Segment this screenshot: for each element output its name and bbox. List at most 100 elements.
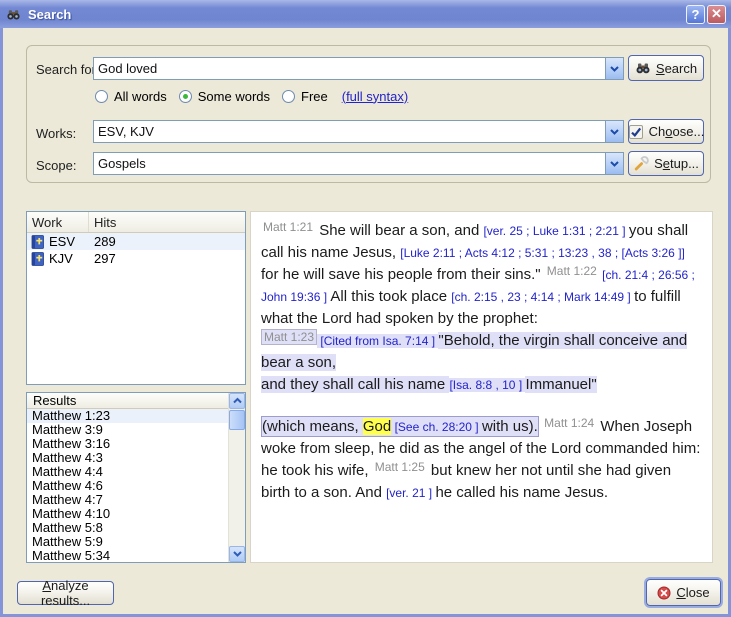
wrench-icon bbox=[633, 156, 649, 172]
xref-segment[interactable]: [See ch. 28:20 ] bbox=[391, 420, 482, 434]
work-hits: 297 bbox=[94, 251, 116, 266]
red-x-circle-icon bbox=[657, 586, 671, 600]
binoculars-icon bbox=[635, 60, 651, 76]
scope-combobox[interactable] bbox=[93, 152, 624, 175]
search-query-input[interactable] bbox=[94, 58, 605, 79]
choose-works-button[interactable]: Choose... bbox=[628, 119, 704, 144]
verse-panel[interactable]: Matt 1:21 She will bear a son, and [ver.… bbox=[250, 211, 713, 563]
search-button-label: Search bbox=[656, 61, 697, 76]
radio-circle bbox=[282, 90, 295, 103]
scope-input[interactable] bbox=[94, 153, 605, 174]
ref-segment: Matt 1:25 bbox=[373, 460, 427, 474]
ref-segment: Matt 1:23 bbox=[261, 329, 317, 345]
xref-segment[interactable]: [ver. 21 ] bbox=[386, 486, 435, 500]
full-syntax-link[interactable]: (full syntax) bbox=[342, 89, 408, 104]
hits-table: Work Hits ESV289 KJV297 bbox=[26, 211, 246, 385]
verse-paragraph: Matt 1:23 [Cited from Isa. 7:14 ] "Behol… bbox=[261, 330, 702, 374]
table-row[interactable]: ESV289 bbox=[27, 233, 245, 250]
works-combobox[interactable] bbox=[93, 120, 624, 143]
column-header-work[interactable]: Work bbox=[27, 212, 89, 232]
scope-label: Scope: bbox=[36, 158, 76, 173]
analyze-results-button[interactable]: Analyze results... bbox=[17, 581, 114, 605]
xref-segment[interactable]: [ver. 25 ; Luke 1:31 ; 2:21 ] bbox=[483, 224, 628, 238]
titlebar[interactable]: Search ? ✕ bbox=[0, 0, 731, 28]
hits-table-body: ESV289 KJV297 bbox=[27, 233, 245, 267]
result-item[interactable]: Matthew 4:10 bbox=[27, 507, 228, 521]
ref-segment: Matt 1:24 bbox=[539, 416, 596, 430]
scroll-down-icon[interactable] bbox=[229, 546, 245, 562]
word-segment: with us). bbox=[482, 418, 538, 435]
mark-segment: God bbox=[363, 418, 391, 435]
verse-paragraph: Matt 1:21 She will bear a son, and [ver.… bbox=[261, 220, 702, 330]
close-button[interactable]: Close bbox=[646, 579, 721, 606]
work-hits: 289 bbox=[94, 234, 116, 249]
search-dialog: { "window": { "title": "Search", "help_g… bbox=[0, 0, 731, 617]
scroll-up-icon[interactable] bbox=[229, 393, 245, 409]
checkmark-icon bbox=[628, 124, 644, 140]
word-segment: he called his name Jesus. bbox=[435, 484, 608, 501]
word-segment: for he will save his people from their s… bbox=[261, 266, 545, 283]
word-segment: Immanuel" bbox=[525, 376, 596, 393]
search-modes-row: All words Some words Free (full syntax) bbox=[95, 88, 408, 104]
radio-label: Free bbox=[301, 89, 328, 104]
result-item[interactable]: Matthew 4:7 bbox=[27, 493, 228, 507]
result-item[interactable]: Matthew 3:16 bbox=[27, 437, 228, 451]
radio-some-words[interactable]: Some words bbox=[179, 89, 270, 104]
radio-label: Some words bbox=[198, 89, 270, 104]
word-segment: and they shall call his name bbox=[261, 376, 449, 393]
results-list: Matthew 1:23Matthew 3:9Matthew 3:16Matth… bbox=[27, 409, 228, 562]
xref-segment[interactable]: [Isa. 8:8 , 10 ] bbox=[449, 378, 525, 392]
work-name: KJV bbox=[49, 251, 94, 266]
radio-label: All words bbox=[114, 89, 167, 104]
radio-all-words[interactable]: All words bbox=[95, 89, 167, 104]
table-row[interactable]: KJV297 bbox=[27, 250, 245, 267]
chevron-down-icon[interactable] bbox=[605, 153, 623, 174]
result-item[interactable]: Matthew 3:9 bbox=[27, 423, 228, 437]
word-segment: All this took place bbox=[330, 288, 451, 305]
window-title: Search bbox=[28, 7, 684, 22]
radio-free[interactable]: Free bbox=[282, 89, 328, 104]
binoculars-icon bbox=[5, 7, 22, 22]
current-verse-box: (which means, God [See ch. 28:20 ] with … bbox=[261, 416, 539, 437]
works-label: Works: bbox=[36, 126, 76, 141]
setup-button-label: Setup... bbox=[654, 156, 699, 171]
result-item[interactable]: Matthew 1:23 bbox=[27, 409, 228, 423]
search-for-label: Search for: bbox=[36, 62, 100, 77]
works-input[interactable] bbox=[94, 121, 605, 142]
close-button-label: Close bbox=[676, 585, 709, 600]
ref-segment: Matt 1:21 bbox=[261, 220, 315, 234]
column-header-hits[interactable]: Hits bbox=[89, 212, 245, 232]
choose-button-label: Choose... bbox=[649, 124, 705, 139]
xref-segment[interactable]: [Luke 2:11 ; Acts 4:12 ; 5:31 ; 13:23 , … bbox=[400, 246, 685, 260]
xref-segment[interactable]: [Cited from Isa. 7:14 ] bbox=[317, 334, 438, 348]
xref-segment[interactable]: [ch. 2:15 , 23 ; 4:14 ; Mark 14:49 ] bbox=[451, 290, 634, 304]
help-button[interactable]: ? bbox=[686, 5, 705, 24]
radio-circle bbox=[179, 90, 192, 103]
chevron-down-icon[interactable] bbox=[605, 121, 623, 142]
scrollbar-thumb[interactable] bbox=[229, 410, 245, 430]
search-query-combobox[interactable] bbox=[93, 57, 624, 80]
scrollbar-track[interactable] bbox=[229, 431, 245, 546]
verse-paragraph: (which means, God [See ch. 28:20 ] with … bbox=[261, 416, 702, 504]
result-item[interactable]: Matthew 5:34 bbox=[27, 549, 228, 562]
results-panel: Results Matthew 1:23Matthew 3:9Matthew 3… bbox=[26, 392, 246, 563]
result-item[interactable]: Matthew 4:6 bbox=[27, 479, 228, 493]
result-item[interactable]: Matthew 5:8 bbox=[27, 521, 228, 535]
hits-table-header[interactable]: Work Hits bbox=[27, 212, 245, 233]
chevron-down-icon[interactable] bbox=[605, 58, 623, 79]
results-scrollbar[interactable] bbox=[228, 393, 245, 562]
radio-circle bbox=[95, 90, 108, 103]
result-item[interactable]: Matthew 5:9 bbox=[27, 535, 228, 549]
book-icon bbox=[31, 235, 45, 249]
result-item[interactable]: Matthew 4:4 bbox=[27, 465, 228, 479]
window-close-button[interactable]: ✕ bbox=[707, 5, 726, 24]
word-segment: She will bear a son, and bbox=[315, 222, 483, 239]
word-segment: (which means, bbox=[262, 418, 363, 435]
result-item[interactable]: Matthew 4:3 bbox=[27, 451, 228, 465]
book-icon bbox=[31, 252, 45, 266]
analyze-button-label: Analyze results... bbox=[24, 578, 107, 608]
search-button[interactable]: Search bbox=[628, 55, 704, 81]
ref-segment: Matt 1:22 bbox=[545, 264, 599, 278]
results-header: Results bbox=[27, 393, 228, 409]
setup-scope-button[interactable]: Setup... bbox=[628, 151, 704, 176]
